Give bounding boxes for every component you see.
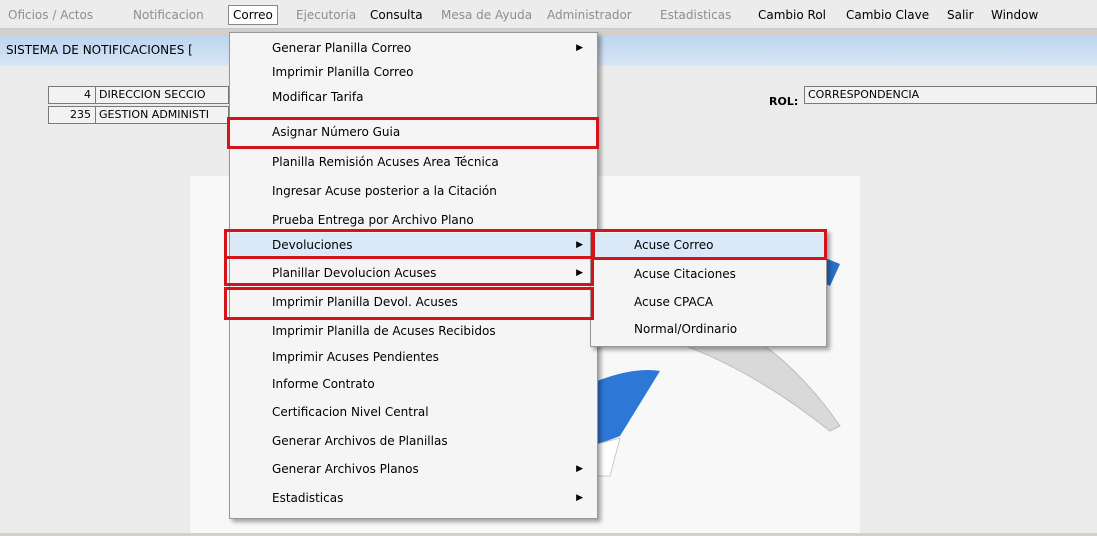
menu-item-imprimir-acuses-pendientes[interactable]: Imprimir Acuses Pendientes <box>230 345 597 369</box>
menu-cambio-clave[interactable]: Cambio Clave <box>842 6 933 24</box>
submenu-arrow-icon: ▶ <box>576 493 583 503</box>
devoluciones-submenu: Acuse Correo Acuse Citaciones Acuse CPAC… <box>590 229 827 347</box>
unit-name-field[interactable]: GESTION ADMINISTI <box>95 106 229 124</box>
menu-item-imprimir-planilla-acuses-recibidos[interactable]: Imprimir Planilla de Acuses Recibidos <box>230 319 597 343</box>
menu-item-devoluciones[interactable]: Devoluciones ▶ <box>230 233 597 257</box>
menu-item-prueba-entrega-archivo-plano[interactable]: Prueba Entrega por Archivo Plano <box>230 208 597 232</box>
menu-item-informe-contrato[interactable]: Informe Contrato <box>230 372 597 396</box>
rol-field[interactable]: CORRESPONDENCIA <box>804 86 1097 104</box>
menu-estadisticas[interactable]: Estadisticas <box>656 6 735 24</box>
window-title: SISTEMA DE NOTIFICACIONES [ <box>6 43 193 57</box>
menu-consulta[interactable]: Consulta <box>366 6 427 24</box>
menu-item-certificacion-nivel-central[interactable]: Certificacion Nivel Central <box>230 400 597 424</box>
menu-ejecutoria[interactable]: Ejecutoria <box>292 6 360 24</box>
office-name-field[interactable]: DIRECCION SECCIO <box>95 86 229 104</box>
unit-code-field[interactable]: 235 <box>48 106 96 124</box>
submenu-item-normal-ordinario[interactable]: Normal/Ordinario <box>591 317 826 341</box>
submenu-item-acuse-citaciones[interactable]: Acuse Citaciones <box>591 262 826 286</box>
menu-mesa-de-ayuda[interactable]: Mesa de Ayuda <box>437 6 536 24</box>
menu-salir[interactable]: Salir <box>943 6 978 24</box>
menu-notificacion[interactable]: Notificacion <box>129 6 208 24</box>
menu-oficios-actos[interactable]: Oficios / Actos <box>4 6 97 24</box>
submenu-arrow-icon: ▶ <box>576 240 583 250</box>
rol-label: ROL: <box>769 95 799 108</box>
menu-item-planillar-devolucion-acuses[interactable]: Planillar Devolucion Acuses ▶ <box>230 261 597 285</box>
correo-dropdown-menu: Generar Planilla Correo ▶ Imprimir Planil… <box>229 32 598 519</box>
office-code-field[interactable]: 4 <box>48 86 96 104</box>
menu-item-estadisticas[interactable]: Estadisticas ▶ <box>230 486 597 510</box>
menu-bar: Oficios / Actos Notificacion Correo Ejec… <box>0 0 1097 29</box>
menu-item-ingresar-acuse-posterior[interactable]: Ingresar Acuse posterior a la Citación <box>230 179 597 203</box>
menu-item-planilla-remision-acuses[interactable]: Planilla Remisión Acuses Area Técnica <box>230 150 597 174</box>
submenu-arrow-icon: ▶ <box>576 464 583 474</box>
menu-correo[interactable]: Correo <box>228 5 278 25</box>
menu-item-generar-planilla-correo[interactable]: Generar Planilla Correo ▶ <box>230 36 597 60</box>
menu-item-generar-archivos-planos[interactable]: Generar Archivos Planos ▶ <box>230 457 597 481</box>
menu-window[interactable]: Window <box>987 6 1042 24</box>
submenu-arrow-icon: ▶ <box>576 43 583 53</box>
menu-item-generar-archivos-planillas[interactable]: Generar Archivos de Planillas <box>230 429 597 453</box>
menu-item-asignar-numero-guia[interactable]: Asignar Número Guia <box>230 120 597 144</box>
menu-item-imprimir-planilla-devol-acuses[interactable]: Imprimir Planilla Devol. Acuses <box>230 290 597 314</box>
menu-item-imprimir-planilla-correo[interactable]: Imprimir Planilla Correo <box>230 60 597 84</box>
submenu-item-acuse-correo[interactable]: Acuse Correo <box>591 233 826 257</box>
submenu-item-acuse-cpaca[interactable]: Acuse CPACA <box>591 290 826 314</box>
menu-administrador[interactable]: Administrador <box>543 6 636 24</box>
submenu-arrow-icon: ▶ <box>576 268 583 278</box>
menu-item-modificar-tarifa[interactable]: Modificar Tarifa <box>230 85 597 109</box>
menu-cambio-rol[interactable]: Cambio Rol <box>754 6 830 24</box>
